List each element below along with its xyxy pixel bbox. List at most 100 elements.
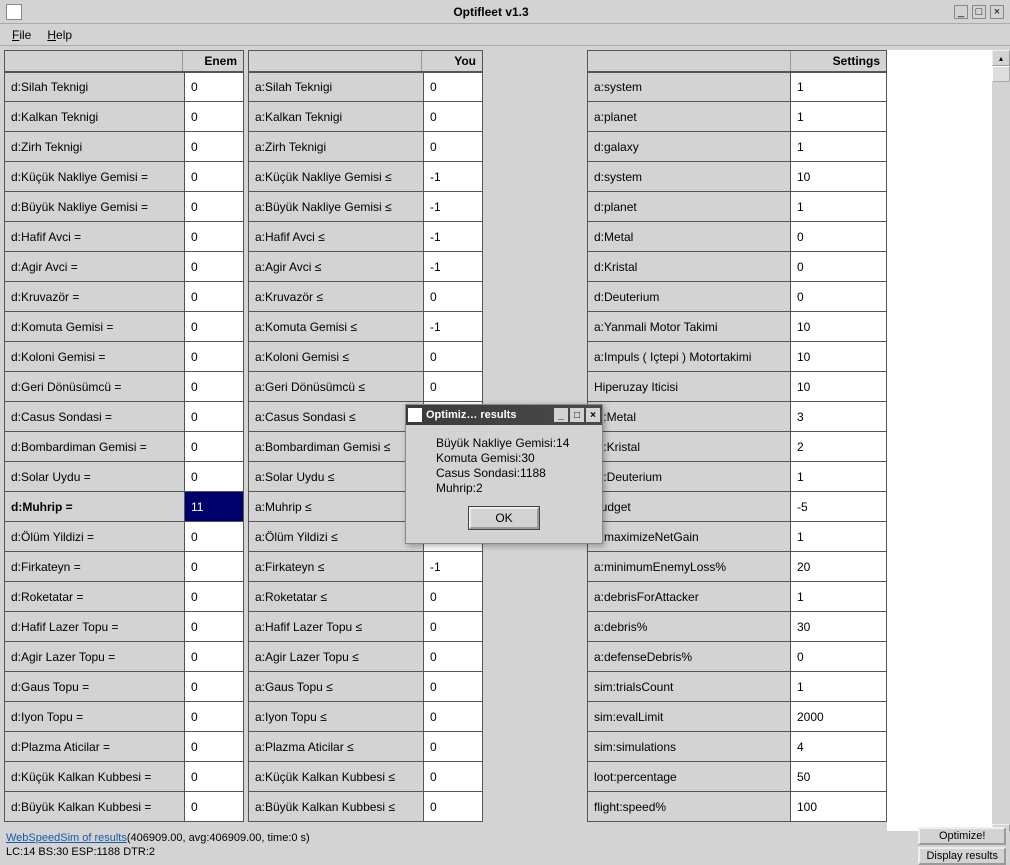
enemy-value[interactable]: 0 <box>185 222 243 251</box>
display-results-button[interactable]: Display results <box>918 847 1006 865</box>
settings-value[interactable]: 2000 <box>791 702 886 731</box>
settings-value[interactable]: 0 <box>791 222 886 251</box>
you-header[interactable]: You <box>422 51 482 71</box>
dialog-maximize-button[interactable]: □ <box>570 408 584 422</box>
enemy-value[interactable]: 0 <box>185 192 243 221</box>
you-value[interactable]: -1 <box>424 252 482 281</box>
settings-label: d:system <box>588 162 791 191</box>
settings-header[interactable]: Settings <box>791 51 886 71</box>
you-value[interactable]: 0 <box>424 792 482 821</box>
you-value[interactable]: 0 <box>424 702 482 731</box>
webspeedsim-link[interactable]: WebSpeedSim of results <box>6 832 127 844</box>
menu-help[interactable]: Help <box>39 26 80 44</box>
vertical-scrollbar[interactable]: ▴ ▾ <box>992 50 1010 840</box>
settings-value[interactable]: 1 <box>791 192 886 221</box>
you-value[interactable]: 0 <box>424 762 482 791</box>
settings-value[interactable]: 2 <box>791 432 886 461</box>
you-value[interactable]: 0 <box>424 132 482 161</box>
enemy-value[interactable]: 11 <box>185 492 243 521</box>
enemy-row: d:Casus Sondasi =0 <box>4 402 244 432</box>
you-value[interactable]: 0 <box>424 612 482 641</box>
you-value[interactable]: -1 <box>424 192 482 221</box>
enemy-value[interactable]: 0 <box>185 552 243 581</box>
enemy-value[interactable]: 0 <box>185 132 243 161</box>
you-value[interactable]: 0 <box>424 342 482 371</box>
settings-value[interactable]: 0 <box>791 282 886 311</box>
enemy-value[interactable]: 0 <box>185 342 243 371</box>
enemy-value[interactable]: 0 <box>185 73 243 101</box>
enemy-label: d:Iyon Topu = <box>5 702 185 731</box>
you-value[interactable]: -1 <box>424 222 482 251</box>
enemy-value[interactable]: 0 <box>185 522 243 551</box>
you-value[interactable]: 0 <box>424 672 482 701</box>
close-button[interactable]: × <box>990 5 1004 19</box>
scroll-up-icon[interactable]: ▴ <box>992 50 1010 66</box>
enemy-value[interactable]: 0 <box>185 432 243 461</box>
enemy-value[interactable]: 0 <box>185 462 243 491</box>
enemy-value[interactable]: 0 <box>185 582 243 611</box>
you-value[interactable]: 0 <box>424 73 482 101</box>
you-value[interactable]: -1 <box>424 162 482 191</box>
enemy-value[interactable]: 0 <box>185 672 243 701</box>
settings-value[interactable]: 1 <box>791 582 886 611</box>
enemy-row: d:Kruvazör =0 <box>4 282 244 312</box>
enemy-row: d:Agir Avci =0 <box>4 252 244 282</box>
enemy-value[interactable]: 0 <box>185 252 243 281</box>
optimize-button[interactable]: Optimize! <box>918 827 1006 845</box>
enemy-value[interactable]: 0 <box>185 642 243 671</box>
settings-value[interactable]: 4 <box>791 732 886 761</box>
you-value[interactable]: 0 <box>424 372 482 401</box>
settings-value[interactable]: 100 <box>791 792 886 821</box>
you-value[interactable]: -1 <box>424 552 482 581</box>
settings-value[interactable]: 1 <box>791 102 886 131</box>
maximize-button[interactable]: □ <box>972 5 986 19</box>
enemy-value[interactable]: 0 <box>185 732 243 761</box>
settings-value[interactable]: 1 <box>791 462 886 491</box>
you-value[interactable]: 0 <box>424 582 482 611</box>
settings-value[interactable]: 1 <box>791 73 886 101</box>
you-row: a:Iyon Topu ≤0 <box>248 702 483 732</box>
enemy-row: d:Büyük Nakliye Gemisi =0 <box>4 192 244 222</box>
settings-value[interactable]: 10 <box>791 312 886 341</box>
settings-value[interactable]: 0 <box>791 642 886 671</box>
scroll-thumb[interactable] <box>992 66 1010 82</box>
settings-value[interactable]: 1 <box>791 672 886 701</box>
settings-value[interactable]: 30 <box>791 612 886 641</box>
enemy-value[interactable]: 0 <box>185 792 243 821</box>
menu-file[interactable]: File <box>4 26 39 44</box>
dialog-minimize-button[interactable]: _ <box>554 408 568 422</box>
enemy-value[interactable]: 0 <box>185 162 243 191</box>
settings-value[interactable]: 1 <box>791 522 886 551</box>
settings-value[interactable]: 1 <box>791 132 886 161</box>
enemy-header[interactable]: Enem <box>183 51 243 71</box>
settings-value[interactable]: -5 <box>791 492 886 521</box>
settings-value[interactable]: 3 <box>791 402 886 431</box>
settings-value[interactable]: 10 <box>791 372 886 401</box>
you-value[interactable]: 0 <box>424 642 482 671</box>
settings-value[interactable]: 0 <box>791 252 886 281</box>
you-label: a:Iyon Topu ≤ <box>249 702 424 731</box>
enemy-row: d:Roketatar =0 <box>4 582 244 612</box>
settings-value[interactable]: 20 <box>791 552 886 581</box>
dialog-close-button[interactable]: × <box>586 408 600 422</box>
you-value[interactable]: -1 <box>424 312 482 341</box>
enemy-value[interactable]: 0 <box>185 102 243 131</box>
enemy-value[interactable]: 0 <box>185 612 243 641</box>
dialog-ok-button[interactable]: OK <box>469 507 538 529</box>
minimize-button[interactable]: _ <box>954 5 968 19</box>
settings-row: Hiperuzay Iticisi10 <box>587 372 887 402</box>
enemy-value[interactable]: 0 <box>185 282 243 311</box>
settings-value[interactable]: 10 <box>791 162 886 191</box>
enemy-value[interactable]: 0 <box>185 312 243 341</box>
enemy-value[interactable]: 0 <box>185 702 243 731</box>
settings-value[interactable]: 50 <box>791 762 886 791</box>
dialog-titlebar[interactable]: Optimiz… results _ □ × <box>406 405 602 425</box>
you-value[interactable]: 0 <box>424 282 482 311</box>
you-value[interactable]: 0 <box>424 102 482 131</box>
enemy-row: d:Hafif Avci =0 <box>4 222 244 252</box>
settings-value[interactable]: 10 <box>791 342 886 371</box>
you-value[interactable]: 0 <box>424 732 482 761</box>
enemy-value[interactable]: 0 <box>185 762 243 791</box>
enemy-value[interactable]: 0 <box>185 372 243 401</box>
enemy-value[interactable]: 0 <box>185 402 243 431</box>
